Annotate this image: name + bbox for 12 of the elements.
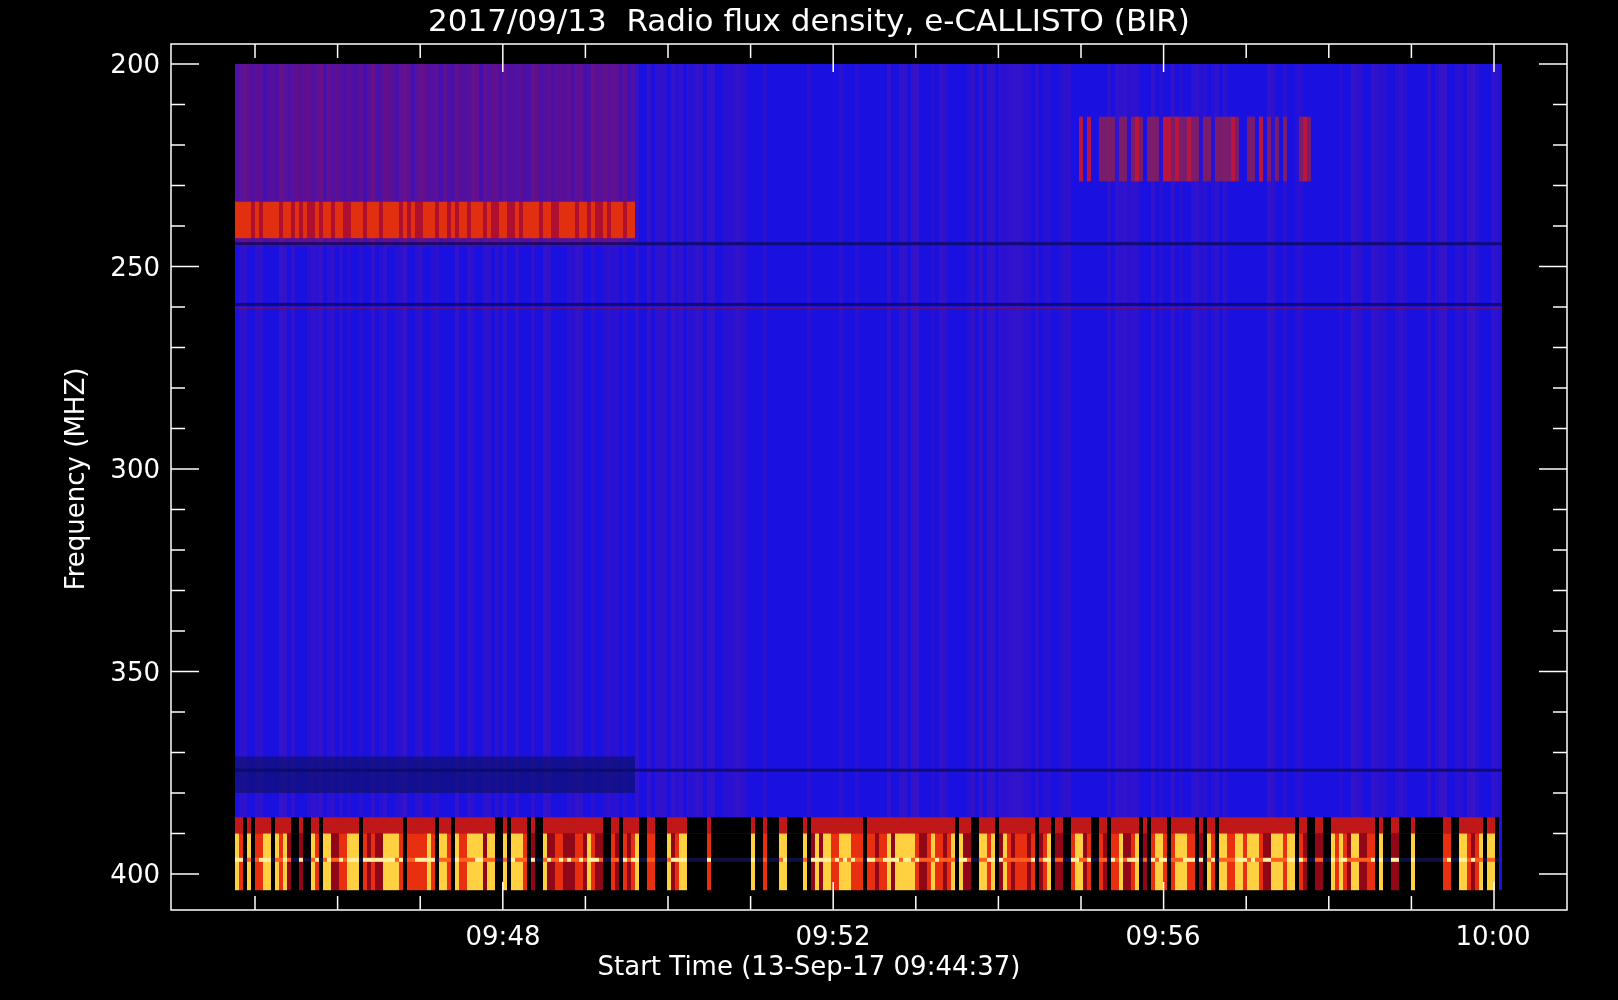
x-tick-label: 10:00: [1455, 921, 1531, 951]
y-tick-label: 350: [110, 656, 160, 687]
x-tick-label: 09:56: [1125, 921, 1201, 951]
y-axis-label: Frequency (MHZ): [60, 367, 90, 591]
y-tick-label: 300: [110, 454, 160, 484]
chart-title: 2017/09/13 Radio flux density, e-CALLISTO (BIR): [428, 2, 1190, 38]
x-tick-label: 09:52: [795, 921, 871, 951]
x-axis-label: Start Time (13-Sep-17 09:44:37): [597, 951, 1021, 981]
y-tick-label: 400: [110, 859, 160, 889]
y-tick-label: 250: [110, 251, 160, 282]
x-tick-label: 09:48: [465, 921, 541, 951]
y-tick-label: 200: [110, 49, 160, 79]
